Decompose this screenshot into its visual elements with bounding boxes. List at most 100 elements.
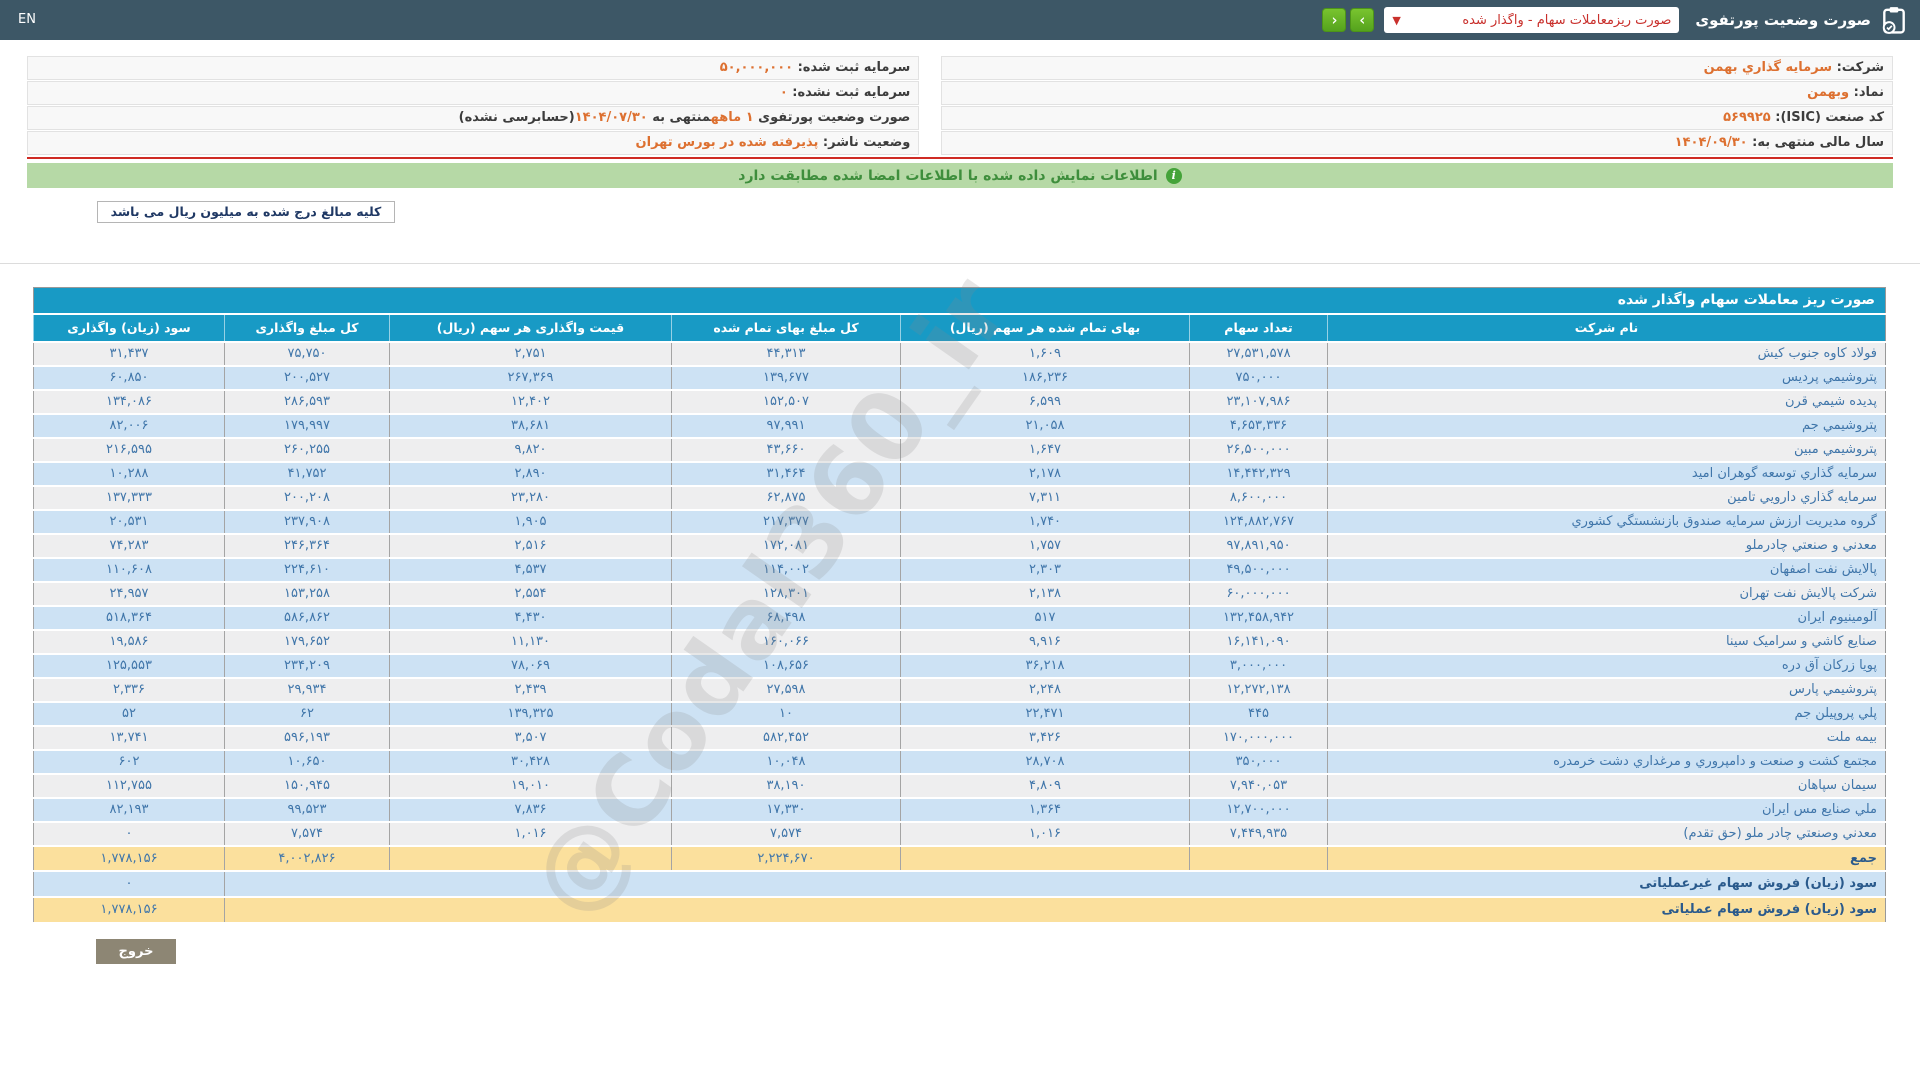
value-cell: ۵۱۸,۳۶۴ — [32, 605, 225, 631]
value-cell: ۱۳,۷۴۱ — [32, 725, 225, 751]
value-cell: ۲,۸۹۰ — [389, 461, 672, 487]
value-cell: ۵۲ — [32, 701, 225, 727]
table-row: آلومینیوم ایران ۱۳۲,۴۵۸,۹۴۲ ۵۱۷ ۶۸,۴۹۸ ۴,۴۳۰… — [32, 605, 1886, 631]
value-cell: ۲,۲۴۸ — [900, 677, 1190, 703]
table-row: سرمایه گذاري توسعه گوهران امید ۱۴,۴۴۲,۳۲۹… — [32, 461, 1886, 487]
value-cell: ۲,۷۵۱ — [389, 341, 672, 367]
info-label: سرمایه ثبت شده: — [793, 60, 911, 75]
column-header-3: کل مبلغ بهای تمام شده — [671, 313, 901, 343]
value-cell: ۲۰۰,۲۰۸ — [224, 485, 390, 511]
company-name-cell: پلي پروپیلن جم — [1327, 701, 1886, 727]
sum-value-cell — [389, 845, 672, 872]
value-cell: ۱۱۲,۷۵۵ — [32, 773, 225, 799]
value-cell: ۳,۰۰۰,۰۰۰ — [1189, 653, 1328, 679]
value-cell: ۱۲,۲۷۲,۱۳۸ — [1189, 677, 1328, 703]
previous-report-button[interactable]: ‹ — [1322, 8, 1347, 32]
value-cell: ۲۲,۴۷۱ — [900, 701, 1190, 727]
value-cell: ۶۲ — [224, 701, 390, 727]
sum-value-cell — [1189, 845, 1328, 872]
value-cell: ۷,۹۴۰,۰۵۳ — [1189, 773, 1328, 799]
table-row: سرمایه گذاري دارویي تامین ۸,۶۰۰,۰۰۰ ۷,۳۱۱ ۶… — [32, 485, 1886, 511]
next-report-button[interactable]: › — [1350, 8, 1375, 32]
info-label: وضعیت ناشر: — [818, 135, 911, 150]
info-label: سال مالی منتهی به: — [1747, 135, 1884, 150]
table-row: فولاد کاوه جنوب کیش ۲۷,۵۳۱,۵۷۸ ۱,۶۰۹ ۴۴,۳۱۳… — [32, 341, 1886, 367]
value-cell: ۳۶,۲۱۸ — [900, 653, 1190, 679]
value-cell: ۱۳۹,۶۷۷ — [671, 365, 901, 391]
value-cell: ۱۲۴,۸۸۲,۷۶۷ — [1189, 509, 1328, 535]
value-cell: ۱۰,۲۸۸ — [32, 461, 225, 487]
value-cell: ۵۱۷ — [900, 605, 1190, 631]
info-cell-left: وضعیت ناشر: پذیرفته شده در بورس تهران — [27, 131, 920, 155]
value-cell: ۳۱,۴۶۴ — [671, 461, 901, 487]
column-header-6: سود (زیان) واگذاری — [32, 313, 225, 343]
value-cell: ۳۸,۱۹۰ — [671, 773, 901, 799]
value-cell: ۶۰,۸۵۰ — [32, 365, 225, 391]
value-cell: ۱۰۸,۶۵۶ — [671, 653, 901, 679]
report-type-dropdown[interactable]: صورت ریزمعاملات سهام - واگذار شده ▼ — [1384, 7, 1680, 33]
currency-unit-note: کلیه مبالغ درج شده به میلیون ریال می باش… — [97, 201, 395, 223]
sum-row: جمع ۲,۲۲۴,۶۷۰ ۴,۰۰۲,۸۲۶ ۱,۷۷۸,۱۵۶ — [32, 845, 1886, 872]
value-cell: ۷۸,۰۶۹ — [389, 653, 672, 679]
table-row: معدني وصنعتي چادر ملو (حق تقدم) ۷,۴۴۹,۹۳۵… — [32, 821, 1886, 847]
value-cell: ۱,۹۰۵ — [389, 509, 672, 535]
value-cell: ۱۳۹,۳۲۵ — [389, 701, 672, 727]
value-cell: ۴۹,۵۰۰,۰۰۰ — [1189, 557, 1328, 583]
value-cell: ۷,۳۱۱ — [900, 485, 1190, 511]
company-name-cell: پالایش نفت اصفهان — [1327, 557, 1886, 583]
value-cell: ۱,۷۴۰ — [900, 509, 1190, 535]
company-name-cell: فولاد کاوه جنوب کیش — [1327, 341, 1886, 367]
value-cell: ۱,۷۵۷ — [900, 533, 1190, 559]
footer-value-cell: ۱,۷۷۸,۱۵۶ — [32, 896, 225, 924]
company-name-cell: معدني و صنعتي چادرملو — [1327, 533, 1886, 559]
company-name-cell: پتروشیمي مبین — [1327, 437, 1886, 463]
info-label: سرمایه ثبت نشده: — [787, 85, 911, 100]
value-cell: ۱۷,۳۳۰ — [671, 797, 901, 823]
signature-match-text: اطلاعات نمایش داده شده با اطلاعات امضا ش… — [738, 167, 1158, 184]
table-title-row: صورت ریز معاملات سهام واگذار شده — [33, 287, 1886, 315]
table-row: مجتمع کشت و صنعت و دامپروري و مرغداري دش… — [32, 749, 1886, 775]
column-header-4: قیمت واگذاری هر سهم (ریال) — [389, 313, 672, 343]
value-cell: ۸,۶۰۰,۰۰۰ — [1189, 485, 1328, 511]
company-name-cell: پتروشیمي جم — [1327, 413, 1886, 439]
red-separator — [27, 157, 1893, 159]
value-cell: ۲۸۶,۵۹۳ — [224, 389, 390, 415]
value-cell: ۲۳,۲۸۰ — [389, 485, 672, 511]
company-name-cell: بیمه ملت — [1327, 725, 1886, 751]
value-cell: ۲۸,۷۰۸ — [900, 749, 1190, 775]
value-cell: ۲۳۷,۹۰۸ — [224, 509, 390, 535]
value-cell: ۴,۵۳۷ — [389, 557, 672, 583]
company-name-cell: آلومینیوم ایران — [1327, 605, 1886, 631]
table-row: پتروشیمي پردیس ۷۵۰,۰۰۰ ۱۸۶,۲۳۶ ۱۳۹,۶۷۷ ۲۶۷,۳… — [32, 365, 1886, 391]
company-name-cell: صنایع کاشي و سرامیک سینا — [1327, 629, 1886, 655]
chevron-down-icon: ▼ — [1392, 13, 1401, 27]
value-cell: ۳,۵۰۷ — [389, 725, 672, 751]
table-title: صورت ریز معاملات سهام واگذار شده — [33, 287, 1886, 315]
value-cell: ۲,۱۷۸ — [900, 461, 1190, 487]
value-cell: ۴۴,۳۱۳ — [671, 341, 901, 367]
info-value: ۱۴۰۴/۰۹/۳۰ — [1674, 135, 1748, 150]
info-value: ۵۰,۰۰۰,۰۰۰ — [719, 60, 794, 75]
language-switch-en[interactable]: EN — [18, 12, 36, 27]
value-cell: ۹,۹۱۶ — [900, 629, 1190, 655]
value-cell: ۱۵۲,۵۰۷ — [671, 389, 901, 415]
value-cell: ۱۱۰,۶۰۸ — [32, 557, 225, 583]
company-info-row: شرکت: سرمایه گذاري بهمن سرمایه ثبت شده: ۵… — [27, 56, 1893, 80]
footer-label-cell: سود (زیان) فروش سهام غیرعملیاتی — [224, 870, 1886, 898]
footer-value-cell: ۰ — [32, 870, 225, 898]
footer-label-cell: سود (زیان) فروش سهام عملیاتی — [224, 896, 1886, 924]
table-row: پالایش نفت اصفهان ۴۹,۵۰۰,۰۰۰ ۲,۳۰۳ ۱۱۴,۰۰۲ ۴… — [32, 557, 1886, 583]
value-cell: ۲۲۴,۶۱۰ — [224, 557, 390, 583]
value-cell: ۱۴,۴۴۲,۳۲۹ — [1189, 461, 1328, 487]
value-cell: ۳۸,۶۸۱ — [389, 413, 672, 439]
value-cell: ۳۵۰,۰۰۰ — [1189, 749, 1328, 775]
report-dropdown-value: صورت ریزمعاملات سهام - واگذار شده — [1462, 12, 1672, 28]
value-cell: ۱۰ — [671, 701, 901, 727]
value-cell: ۵۸۲,۴۵۲ — [671, 725, 901, 751]
exit-button[interactable]: خروج — [96, 939, 176, 964]
value-cell: ۱۹,۰۱۰ — [389, 773, 672, 799]
company-name-cell: معدني وصنعتي چادر ملو (حق تقدم) — [1327, 821, 1886, 847]
footer-row: سود (زیان) فروش سهام عملیاتی ۱,۷۷۸,۱۵۶ — [32, 896, 1886, 924]
company-name-cell: پتروشیمي پارس — [1327, 677, 1886, 703]
value-cell: ۸۲,۰۰۶ — [32, 413, 225, 439]
